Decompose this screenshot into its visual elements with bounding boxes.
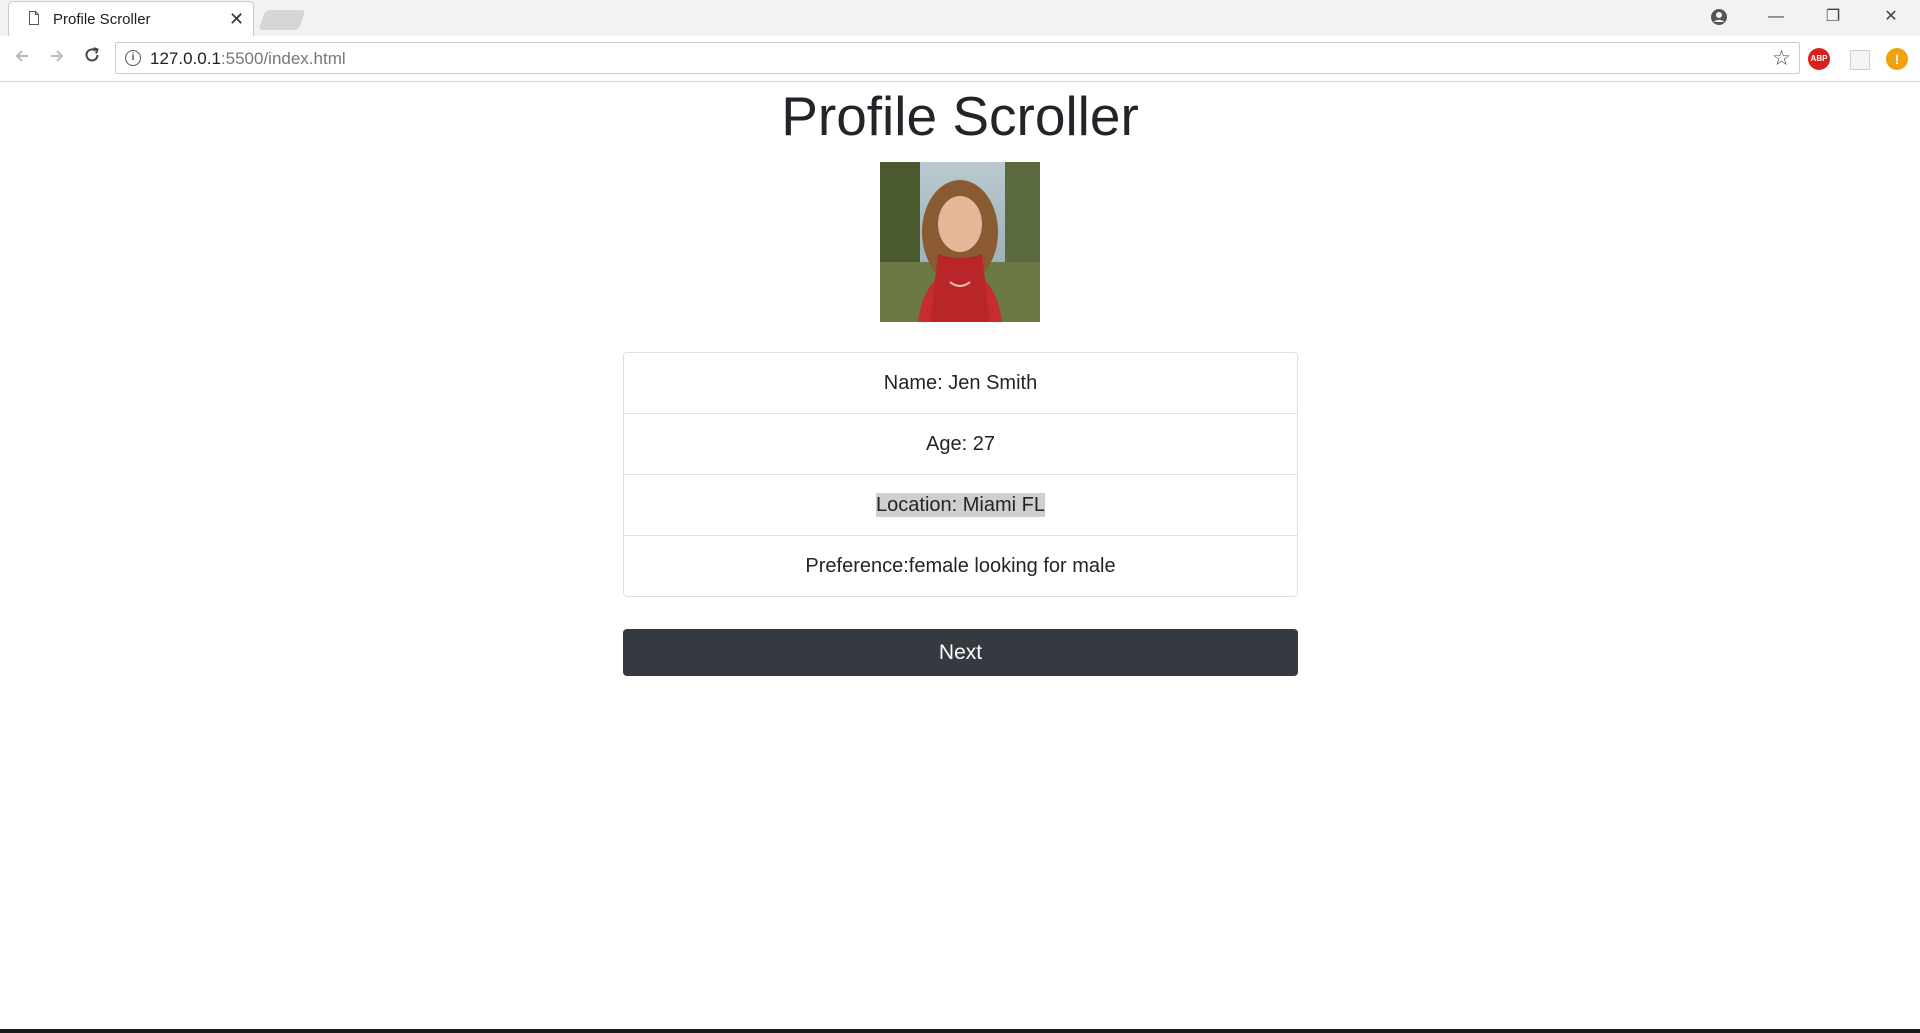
url-path: :5500/index.html bbox=[220, 49, 346, 68]
tab-title: Profile Scroller bbox=[53, 11, 151, 28]
tab-strip: Profile Scroller ✕ — ❐ ✕ bbox=[0, 0, 1920, 36]
back-arrow-icon[interactable] bbox=[8, 44, 36, 72]
tab-profile-scroller[interactable]: Profile Scroller ✕ bbox=[8, 1, 254, 36]
profile-location: Location: Miami FL bbox=[876, 493, 1045, 517]
profile-name: Name: Jen Smith bbox=[624, 353, 1297, 414]
new-tab-button[interactable] bbox=[258, 10, 306, 30]
browser-toolbar: i 127.0.0.1:5500/index.html ☆ ABP ! bbox=[0, 36, 1920, 82]
adblock-extension-icon[interactable]: ABP bbox=[1808, 48, 1830, 70]
bookmark-star-icon[interactable]: ☆ bbox=[1772, 46, 1791, 71]
address-bar[interactable]: i 127.0.0.1:5500/index.html ☆ bbox=[115, 42, 1800, 74]
tab-close-icon[interactable]: ✕ bbox=[229, 9, 244, 29]
profile-location-row: Location: Miami FL bbox=[624, 475, 1297, 536]
minimize-button[interactable]: — bbox=[1761, 2, 1791, 32]
maximize-button[interactable]: ❐ bbox=[1818, 2, 1848, 32]
profile-details-list: Name: Jen Smith Age: 27 Location: Miami … bbox=[623, 352, 1298, 597]
browser-window: Profile Scroller ✕ — ❐ ✕ i 127.0.0.1:550… bbox=[0, 0, 1920, 1033]
profile-photo bbox=[880, 162, 1040, 322]
info-icon[interactable]: i bbox=[125, 50, 141, 66]
next-button[interactable]: Next bbox=[623, 629, 1298, 676]
url-text: 127.0.0.1:5500/index.html bbox=[150, 49, 346, 69]
profile-age: Age: 27 bbox=[624, 414, 1297, 475]
account-icon[interactable] bbox=[1704, 2, 1734, 32]
url-host: 127.0.0.1 bbox=[150, 49, 221, 68]
reload-icon[interactable] bbox=[78, 44, 106, 72]
close-window-button[interactable]: ✕ bbox=[1876, 2, 1906, 32]
warning-extension-icon[interactable]: ! bbox=[1886, 48, 1908, 70]
profile-preference: Preference:female looking for male bbox=[805, 555, 1116, 577]
document-icon bbox=[29, 11, 39, 25]
page-title: Profile Scroller bbox=[781, 85, 1139, 147]
taskbar-edge bbox=[0, 1029, 1920, 1033]
forward-arrow-icon[interactable] bbox=[43, 44, 71, 72]
page-content: Profile Scroller Name: Jen Smith Age: 27… bbox=[0, 82, 1920, 1028]
extension-icon[interactable] bbox=[1850, 50, 1870, 70]
